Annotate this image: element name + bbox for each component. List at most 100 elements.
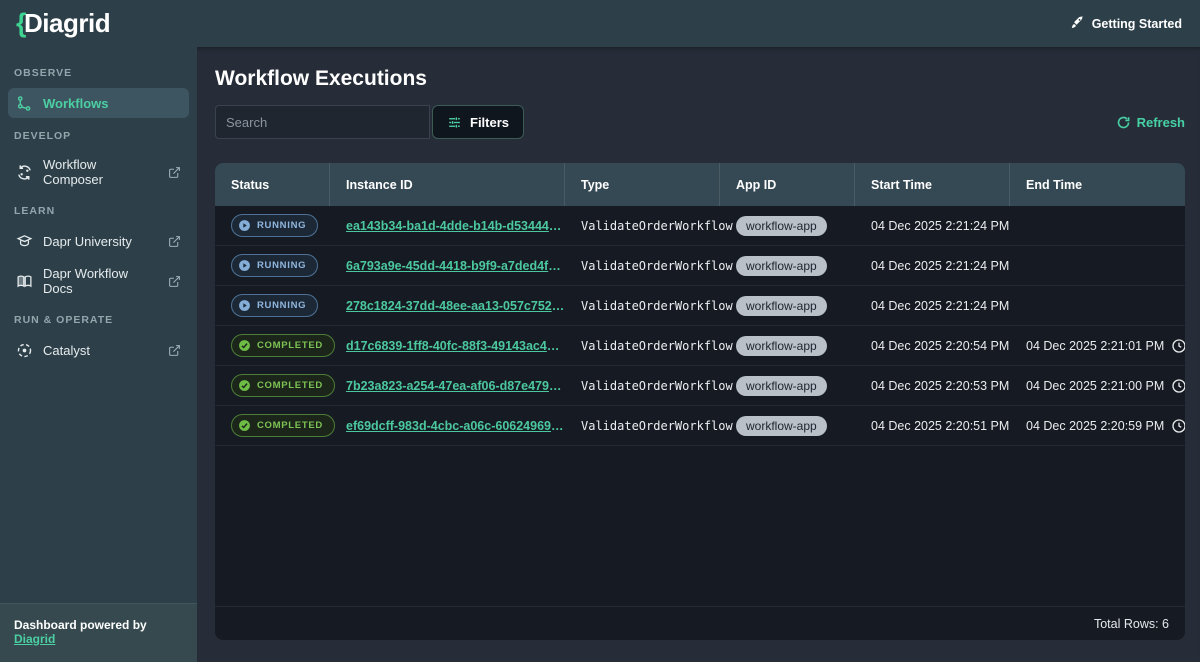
page-title: Workflow Executions bbox=[215, 67, 1185, 91]
workflow-type: ValidateOrderWorkflow bbox=[581, 379, 733, 393]
table-row: COMPLETED 7b23a823-a254-47ea-af06-d87e47… bbox=[215, 366, 1185, 406]
sidebar-item-dapr-university[interactable]: Dapr University bbox=[8, 226, 189, 256]
app-id-badge: workflow-app bbox=[736, 256, 827, 276]
external-link-icon bbox=[168, 235, 181, 248]
column-header-app-id: App ID bbox=[720, 163, 855, 206]
play-circle-icon bbox=[238, 259, 251, 272]
diagrid-link[interactable]: Diagrid bbox=[14, 632, 55, 646]
start-time: 04 Dec 2025 2:21:24 PM bbox=[871, 299, 1009, 313]
sidebar: OBSERVE Workflows DEVELOP Workflow Compo… bbox=[0, 47, 197, 662]
rocket-icon bbox=[1070, 15, 1085, 33]
graduation-cap-icon bbox=[15, 232, 33, 250]
app-id-badge: workflow-app bbox=[736, 216, 827, 236]
sidebar-item-label: Workflows bbox=[43, 96, 181, 111]
clock-icon bbox=[1171, 338, 1185, 354]
column-header-instance-id: Instance ID bbox=[330, 163, 565, 206]
instance-id-link[interactable]: ea143b34-ba1d-4dde-b14b-d53444862... bbox=[346, 219, 565, 233]
check-circle-icon bbox=[238, 379, 251, 392]
table-header: Status Instance ID Type App ID Start Tim… bbox=[215, 163, 1185, 206]
book-icon bbox=[15, 272, 33, 290]
main-content: Workflow Executions Filters Refresh Stat… bbox=[197, 47, 1200, 662]
sidebar-footer: Dashboard powered by Diagrid bbox=[0, 603, 197, 662]
sidebar-item-label: Catalyst bbox=[43, 343, 158, 358]
check-circle-icon bbox=[238, 339, 251, 352]
filters-button[interactable]: Filters bbox=[432, 105, 524, 139]
sidebar-item-workflow-composer[interactable]: Workflow Composer bbox=[8, 151, 189, 193]
sidebar-spacer bbox=[0, 367, 197, 603]
status-badge: RUNNING bbox=[231, 294, 318, 317]
sidebar-item-catalyst[interactable]: Catalyst bbox=[8, 335, 189, 365]
status-badge: RUNNING bbox=[231, 214, 318, 237]
workflow-type: ValidateOrderWorkflow bbox=[581, 299, 733, 313]
app-window: { Diagrid Getting Started OBSERVE Workfl… bbox=[0, 0, 1200, 662]
external-link-icon bbox=[168, 344, 181, 357]
sidebar-item-label: Dapr University bbox=[43, 234, 158, 249]
table-row: RUNNING 6a793a9e-45dd-4418-b9f9-a7ded4f1… bbox=[215, 246, 1185, 286]
end-time: 04 Dec 2025 2:21:01 PM bbox=[1026, 339, 1164, 353]
table-row: RUNNING ea143b34-ba1d-4dde-b14b-d5344486… bbox=[215, 206, 1185, 246]
filters-label: Filters bbox=[470, 115, 509, 130]
workflow-type: ValidateOrderWorkflow bbox=[581, 259, 733, 273]
instance-id-link[interactable]: 278c1824-37dd-48ee-aa13-057c7525a1ef bbox=[346, 299, 565, 313]
column-header-type: Type bbox=[565, 163, 720, 206]
getting-started-label: Getting Started bbox=[1092, 17, 1182, 31]
sidebar-item-dapr-workflow-docs[interactable]: Dapr Workflow Docs bbox=[8, 260, 189, 302]
status-badge: COMPLETED bbox=[231, 334, 335, 357]
section-label-develop: DEVELOP bbox=[14, 130, 197, 142]
start-time: 04 Dec 2025 2:21:24 PM bbox=[871, 259, 1009, 273]
target-icon bbox=[15, 341, 33, 359]
column-header-start-time: Start Time bbox=[855, 163, 1010, 206]
search-input[interactable] bbox=[215, 105, 430, 139]
app-id-badge: workflow-app bbox=[736, 416, 827, 436]
sidebar-item-workflows[interactable]: Workflows bbox=[8, 88, 189, 118]
controls-row: Filters Refresh bbox=[215, 105, 1185, 139]
start-time: 04 Dec 2025 2:20:51 PM bbox=[871, 419, 1009, 433]
refresh-button[interactable]: Refresh bbox=[1116, 115, 1185, 130]
table-row: COMPLETED d17c6839-1ff8-40fc-88f3-49143a… bbox=[215, 326, 1185, 366]
sliders-icon bbox=[447, 115, 462, 130]
instance-id-link[interactable]: 6a793a9e-45dd-4418-b9f9-a7ded4f10b71 bbox=[346, 259, 565, 273]
total-rows-label: Total Rows: 6 bbox=[1094, 617, 1169, 631]
workflow-type: ValidateOrderWorkflow bbox=[581, 219, 733, 233]
column-header-status: Status bbox=[215, 163, 330, 206]
topbar: { Diagrid Getting Started bbox=[0, 0, 1200, 47]
table-row: COMPLETED ef69dcff-983d-4cbc-a06c-606249… bbox=[215, 406, 1185, 446]
instance-id-link[interactable]: d17c6839-1ff8-40fc-88f3-49143ac47202 bbox=[346, 339, 565, 353]
sidebar-item-label: Dapr Workflow Docs bbox=[43, 266, 158, 296]
end-time: 04 Dec 2025 2:21:00 PM bbox=[1026, 379, 1164, 393]
start-time: 04 Dec 2025 2:21:24 PM bbox=[871, 219, 1009, 233]
start-time: 04 Dec 2025 2:20:54 PM bbox=[871, 339, 1009, 353]
external-link-icon bbox=[168, 166, 181, 179]
instance-id-link[interactable]: 7b23a823-a254-47ea-af06-d87e479d9c8d bbox=[346, 379, 565, 393]
refresh-label: Refresh bbox=[1137, 115, 1185, 130]
workflow-icon bbox=[15, 94, 33, 112]
section-label-run-operate: RUN & OPERATE bbox=[14, 314, 197, 326]
sidebar-item-label: Workflow Composer bbox=[43, 157, 158, 187]
section-label-learn: LEARN bbox=[14, 205, 197, 217]
table-footer: Total Rows: 6 bbox=[215, 606, 1185, 640]
app-id-badge: workflow-app bbox=[736, 336, 827, 356]
status-badge: COMPLETED bbox=[231, 374, 335, 397]
status-badge: COMPLETED bbox=[231, 414, 335, 437]
end-time: 04 Dec 2025 2:20:59 PM bbox=[1026, 419, 1164, 433]
external-link-icon bbox=[168, 275, 181, 288]
instance-id-link[interactable]: ef69dcff-983d-4cbc-a06c-606249699b50 bbox=[346, 419, 565, 433]
clock-icon bbox=[1171, 418, 1185, 434]
refresh-icon bbox=[1116, 115, 1131, 130]
section-label-observe: OBSERVE bbox=[14, 67, 197, 79]
powered-by-text: Dashboard powered by bbox=[14, 618, 147, 632]
getting-started-button[interactable]: Getting Started bbox=[1070, 15, 1182, 33]
logo-text: Diagrid bbox=[24, 8, 110, 39]
play-circle-icon bbox=[238, 299, 251, 312]
app-id-badge: workflow-app bbox=[736, 296, 827, 316]
workflow-executions-table: Status Instance ID Type App ID Start Tim… bbox=[215, 163, 1185, 640]
app-id-badge: workflow-app bbox=[736, 376, 827, 396]
status-badge: RUNNING bbox=[231, 254, 318, 277]
clock-icon bbox=[1171, 378, 1185, 394]
table-row: RUNNING 278c1824-37dd-48ee-aa13-057c7525… bbox=[215, 286, 1185, 326]
check-circle-icon bbox=[238, 419, 251, 432]
workflow-type: ValidateOrderWorkflow bbox=[581, 419, 733, 433]
diagrid-logo[interactable]: { Diagrid bbox=[16, 8, 110, 39]
play-circle-icon bbox=[238, 219, 251, 232]
start-time: 04 Dec 2025 2:20:53 PM bbox=[871, 379, 1009, 393]
